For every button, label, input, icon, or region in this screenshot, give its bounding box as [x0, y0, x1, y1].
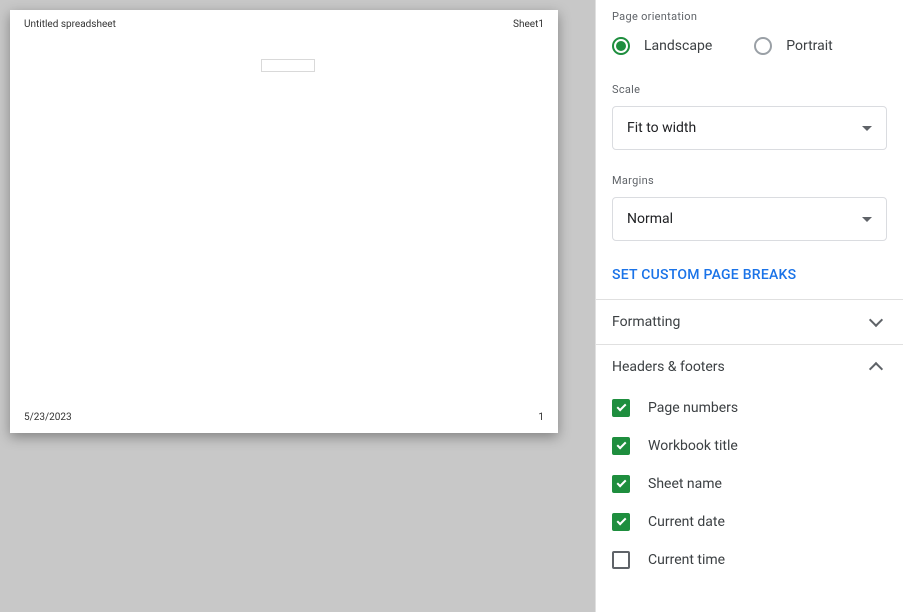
- option-label: Workbook title: [648, 438, 738, 454]
- checkbox-icon: [612, 437, 630, 455]
- radio-icon: [612, 37, 630, 55]
- page-breaks-section: SET CUSTOM PAGE BREAKS: [596, 255, 903, 299]
- checkbox-icon: [612, 551, 630, 569]
- option-current-time[interactable]: Current time: [612, 541, 887, 579]
- headers-footers-options: Page numbers Workbook title Sheet name C…: [596, 389, 903, 589]
- radio-label: Portrait: [786, 38, 832, 54]
- radio-label: Landscape: [644, 38, 712, 54]
- page-footer-right: 1: [538, 412, 544, 423]
- option-page-numbers[interactable]: Page numbers: [612, 389, 887, 427]
- page-header-left: Untitled spreadsheet: [24, 19, 116, 30]
- scale-label: Scale: [612, 83, 887, 96]
- margins-value: Normal: [627, 211, 673, 227]
- option-label: Current date: [648, 514, 725, 530]
- page-header-right: Sheet1: [513, 19, 544, 30]
- option-label: Current time: [648, 552, 725, 568]
- chevron-down-icon: [862, 217, 872, 222]
- formatting-header[interactable]: Formatting: [596, 300, 903, 344]
- option-label: Page numbers: [648, 400, 738, 416]
- checkbox-icon: [612, 475, 630, 493]
- chevron-up-icon: [869, 362, 883, 376]
- checkbox-icon: [612, 513, 630, 531]
- set-custom-page-breaks-link[interactable]: SET CUSTOM PAGE BREAKS: [612, 261, 796, 285]
- page-footer-left: 5/23/2023: [24, 412, 72, 423]
- chevron-down-icon: [869, 313, 883, 327]
- chevron-down-icon: [862, 126, 872, 131]
- orientation-radio-group: Landscape Portrait: [612, 33, 887, 59]
- margins-select[interactable]: Normal: [612, 197, 887, 241]
- option-label: Sheet name: [648, 476, 722, 492]
- headers-footers-accordion: Headers & footers Page numbers Workbook …: [596, 344, 903, 589]
- margins-section: Margins Normal: [596, 164, 903, 255]
- orientation-section: Page orientation Landscape Portrait: [596, 0, 903, 73]
- print-preview-area: Untitled spreadsheet Sheet1 5/23/2023 1: [0, 0, 595, 612]
- margins-label: Margins: [612, 174, 887, 187]
- scale-value: Fit to width: [627, 120, 696, 136]
- option-sheet-name[interactable]: Sheet name: [612, 465, 887, 503]
- headers-footers-header[interactable]: Headers & footers: [596, 345, 903, 389]
- empty-cell: [261, 59, 315, 72]
- orientation-label: Page orientation: [612, 10, 887, 23]
- orientation-landscape-radio[interactable]: Landscape: [612, 37, 712, 55]
- scale-section: Scale Fit to width: [596, 73, 903, 164]
- checkbox-icon: [612, 399, 630, 417]
- option-workbook-title[interactable]: Workbook title: [612, 427, 887, 465]
- radio-icon: [754, 37, 772, 55]
- formatting-title: Formatting: [612, 314, 680, 330]
- page-preview: Untitled spreadsheet Sheet1 5/23/2023 1: [10, 10, 558, 433]
- scale-select[interactable]: Fit to width: [612, 106, 887, 150]
- print-settings-sidebar: Page orientation Landscape Portrait Scal…: [595, 0, 903, 612]
- orientation-portrait-radio[interactable]: Portrait: [754, 37, 832, 55]
- formatting-accordion: Formatting: [596, 299, 903, 344]
- headers-footers-title: Headers & footers: [612, 359, 725, 375]
- option-current-date[interactable]: Current date: [612, 503, 887, 541]
